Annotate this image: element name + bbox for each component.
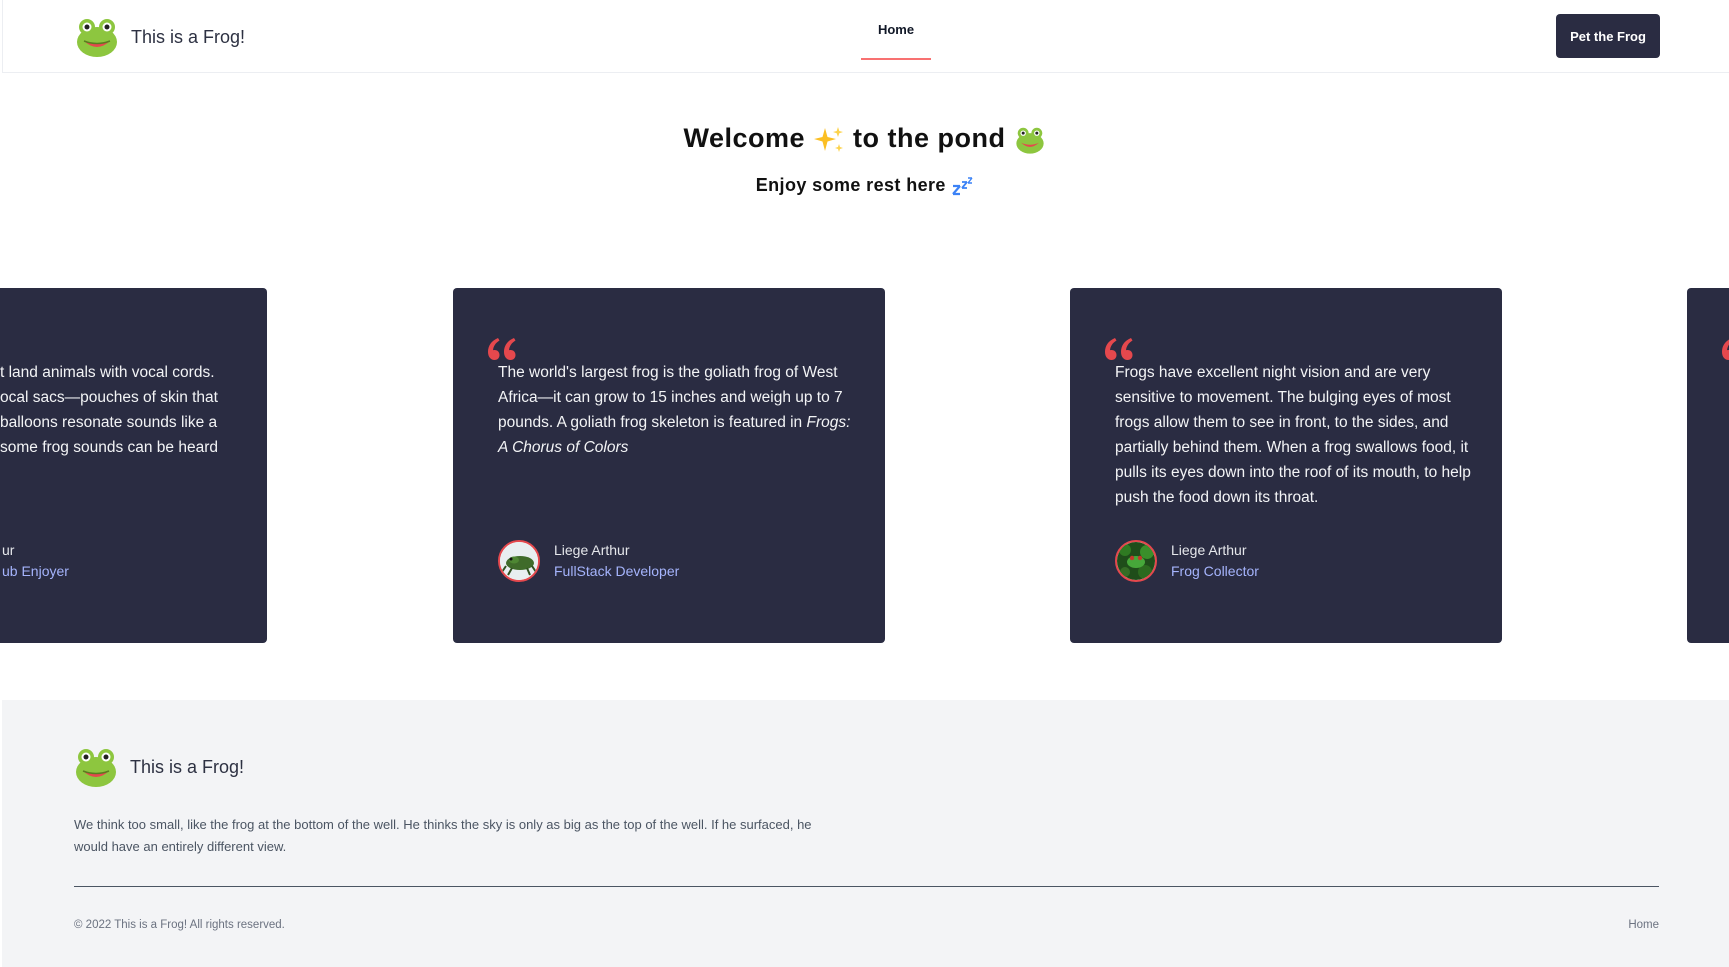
quote-icon <box>488 338 516 360</box>
avatar <box>498 540 540 582</box>
author-name: Liege Arthur <box>554 542 630 558</box>
testimonial-author: Liege Arthur Frog Collector <box>1115 540 1259 582</box>
footer-description: We think too small, like the frog at the… <box>74 817 812 854</box>
site-footer: This is a Frog! We think too small, like… <box>2 700 1729 967</box>
hero-title-pond: to the pond <box>853 123 1006 153</box>
author-role: ub Enjoyer <box>2 563 69 579</box>
testimonial-author: Liege Arthur FullStack Developer <box>498 540 679 582</box>
frog-logo-icon <box>76 749 116 787</box>
quote-icon <box>1105 338 1133 360</box>
avatar <box>1115 540 1157 582</box>
hero-title: Welcome to the pond <box>0 123 1729 155</box>
brand-name: This is a Frog! <box>131 26 246 47</box>
footer-brand[interactable]: This is a Frog! <box>74 745 244 789</box>
quote-icon <box>1722 339 1729 360</box>
frog-icon <box>1015 127 1044 154</box>
testimonial-carousel[interactable]: t land animals with vocal cords. ocal sa… <box>0 288 1729 643</box>
testimonial-author: ur ub Enjoyer <box>2 540 69 582</box>
testimonial-card: The world's largest frog is the goliath … <box>453 288 885 643</box>
author-name: ur <box>2 542 15 558</box>
footer-copyright: © 2022 This is a Frog! All rights reserv… <box>74 919 285 931</box>
header-brand[interactable]: This is a Frog! <box>75 15 245 59</box>
author-name: Liege Arthur <box>1171 542 1247 558</box>
testimonial-body: The world's largest frog is the goliath … <box>498 364 843 431</box>
author-role: FullStack Developer <box>554 563 680 579</box>
testimonial-line: balloons resonate sounds like a <box>0 414 218 431</box>
testimonial-card: Frogs have excellent night vision and ar… <box>1070 288 1502 643</box>
site-header: This is a Frog! Home Pet the Frog <box>2 0 1729 73</box>
footer-home-link[interactable]: Home <box>1628 919 1659 931</box>
author-role: Frog Collector <box>1171 563 1259 579</box>
footer-brand-name: This is a Frog! <box>130 756 245 777</box>
sparkles-icon <box>814 126 844 152</box>
zzz-icon <box>952 177 973 196</box>
hero-title-welcome: Welcome <box>683 123 806 153</box>
testimonial-line: some frog sounds can be heard <box>0 439 218 456</box>
hero-subtitle-text: Enjoy some rest here <box>755 175 946 195</box>
hero-subtitle: Enjoy some rest here <box>0 175 1729 196</box>
frog-logo-icon <box>77 19 117 57</box>
testimonial-line: t land animals with vocal cords. <box>0 364 215 381</box>
testimonial-card <box>1687 288 1729 643</box>
testimonial-text: The world's largest frog is the goliath … <box>498 360 858 460</box>
pet-the-frog-button[interactable]: Pet the Frog <box>1556 14 1660 58</box>
testimonial-card: t land animals with vocal cords. ocal sa… <box>0 288 267 643</box>
nav-home-link[interactable]: Home <box>861 0 931 60</box>
testimonial-text: Frogs have excellent night vision and ar… <box>1115 364 1471 506</box>
footer-divider <box>74 886 1659 887</box>
testimonial-text: t land animals with vocal cords. ocal sa… <box>0 360 260 460</box>
testimonial-line: ocal sacs—pouches of skin that <box>0 389 218 406</box>
